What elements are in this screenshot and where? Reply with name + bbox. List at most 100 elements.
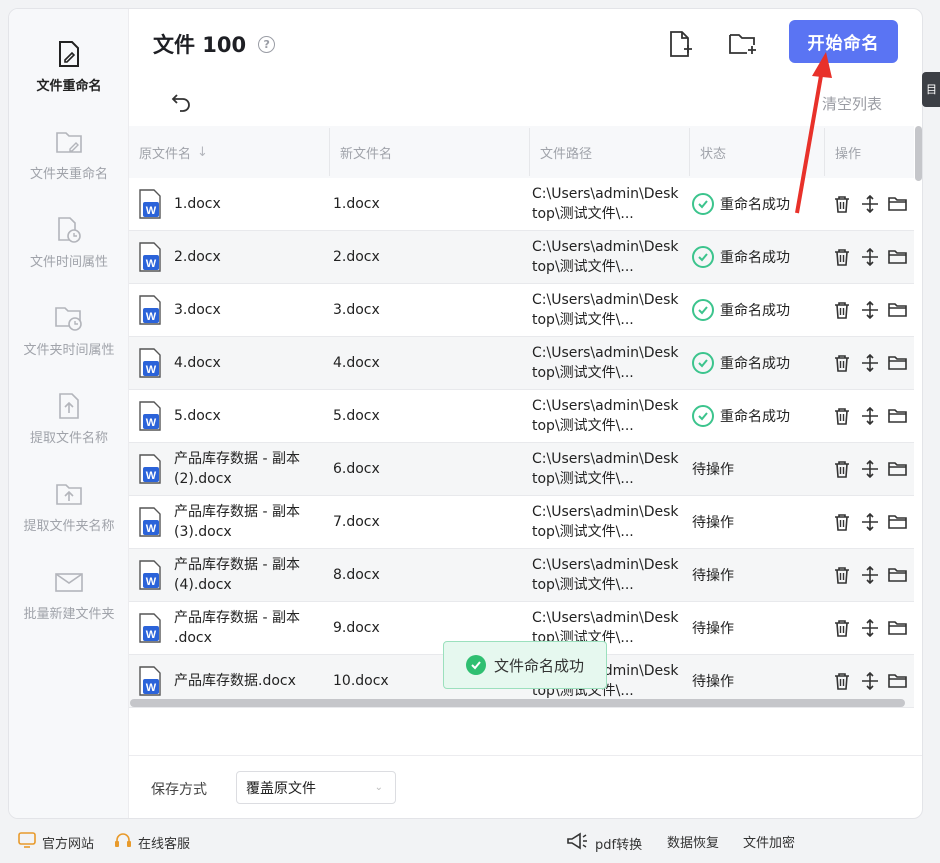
toast-text: 文件命名成功 [493, 656, 584, 675]
move-icon[interactable] [859, 246, 881, 268]
original-name: 产品库存数据 - 副本 (4).docx [174, 557, 300, 593]
svg-text:W: W [146, 205, 157, 217]
sidebar-item-extract-folder-name[interactable]: 提取文件夹名称 [9, 479, 129, 559]
table-row[interactable]: W 2.docx 2.docx C:\Users\admin\Desktop\测… [129, 231, 914, 284]
table-row[interactable]: W 产品库存数据 - 副本 (3).docx 7.docx C:\Users\a… [129, 496, 914, 549]
file-path: C:\Users\admin\Desktop\测试文件\... [532, 186, 679, 222]
new-name-cell: 2.docx [333, 231, 513, 283]
table-row[interactable]: W 4.docx 4.docx C:\Users\admin\Desktop\测… [129, 337, 914, 390]
sidebar-item-extract-file-name[interactable]: 提取文件名称 [9, 391, 129, 471]
svg-text:W: W [146, 258, 157, 270]
batch-new-folder-icon [54, 567, 84, 597]
status-text: 待操作 [692, 568, 734, 584]
actions-cell [831, 549, 913, 601]
pdf-convert-link[interactable]: pdf转换 [565, 832, 642, 854]
open-folder-icon[interactable] [887, 670, 909, 692]
open-folder-icon[interactable] [887, 564, 909, 586]
sidebar-item-label: 提取文件名称 [29, 431, 108, 446]
sidebar-item-folder-rename[interactable]: 文件夹重命名 [9, 127, 129, 207]
table-row[interactable]: W 5.docx 5.docx C:\Users\admin\Desktop\测… [129, 390, 914, 443]
new-name: 1.docx [333, 196, 380, 212]
move-icon[interactable] [859, 670, 881, 692]
delete-icon[interactable] [831, 405, 853, 427]
sidebar-item-batch-new-folder[interactable]: 批量新建文件夹 [9, 567, 129, 647]
delete-icon[interactable] [831, 564, 853, 586]
delete-icon[interactable] [831, 246, 853, 268]
delete-icon[interactable] [831, 511, 853, 533]
original-name-cell: 产品库存数据 - 副本 (2).docx [174, 443, 324, 495]
sidebar-item-file-time[interactable]: 文件时间属性 [9, 215, 129, 295]
move-icon[interactable] [859, 458, 881, 480]
vertical-scrollbar[interactable] [915, 126, 922, 181]
table-row[interactable]: W 产品库存数据 - 副本 (2).docx 6.docx C:\Users\a… [129, 443, 914, 496]
table-row[interactable]: W 1.docx 1.docx C:\Users\admin\Desktop\测… [129, 178, 914, 231]
add-file-icon[interactable] [666, 29, 696, 59]
status-text: 重命名成功 [720, 303, 790, 319]
delete-icon[interactable] [831, 299, 853, 321]
svg-text:W: W [146, 364, 157, 376]
open-folder-icon[interactable] [887, 458, 909, 480]
move-icon[interactable] [859, 511, 881, 533]
svg-text:W: W [146, 576, 157, 588]
save-mode-value: 覆盖原文件 [246, 780, 316, 797]
horizontal-scrollbar[interactable] [130, 699, 905, 707]
sort-arrow-icon[interactable]: ↓ [197, 145, 208, 160]
move-icon[interactable] [859, 405, 881, 427]
delete-icon[interactable] [831, 670, 853, 692]
original-name-cell: 1.docx [174, 178, 324, 230]
actions-cell [831, 337, 913, 389]
original-name-cell: 5.docx [174, 390, 324, 442]
move-icon[interactable] [859, 193, 881, 215]
move-icon[interactable] [859, 617, 881, 639]
open-folder-icon[interactable] [887, 405, 909, 427]
save-mode-select[interactable]: 覆盖原文件 ⌄ [236, 771, 396, 804]
col-path: 文件路径 [529, 128, 689, 176]
open-folder-icon[interactable] [887, 299, 909, 321]
move-icon[interactable] [859, 564, 881, 586]
svg-text:W: W [146, 629, 157, 641]
word-file-icon: W [138, 231, 164, 283]
open-folder-icon[interactable] [887, 511, 909, 533]
delete-icon[interactable] [831, 458, 853, 480]
open-folder-icon[interactable] [887, 246, 909, 268]
side-tab[interactable]: 目 [922, 72, 940, 107]
actions-cell [831, 496, 913, 548]
online-service-link[interactable]: 在线客服 [114, 832, 190, 853]
col-label: 状态 [700, 146, 727, 162]
new-name: 8.docx [333, 567, 380, 583]
sidebar-item-label: 提取文件夹名称 [23, 519, 115, 534]
actions-cell [831, 178, 913, 230]
official-site-link[interactable]: 官方网站 [18, 832, 94, 852]
delete-icon[interactable] [831, 617, 853, 639]
col-original-name[interactable]: 原文件名 ↓ [129, 126, 329, 178]
headset-icon [114, 832, 132, 853]
status-text: 重命名成功 [720, 409, 790, 425]
start-rename-button[interactable]: 开始命名 [789, 20, 898, 63]
chevron-down-icon: ⌄ [374, 782, 383, 793]
undo-icon[interactable] [169, 89, 193, 113]
data-recovery-link[interactable]: 数据恢复 [667, 832, 719, 851]
file-encrypt-link[interactable]: 文件加密 [743, 832, 795, 851]
word-file-icon: W [138, 549, 164, 601]
success-toast: 文件命名成功 [443, 641, 607, 689]
move-icon[interactable] [859, 352, 881, 374]
table-row[interactable]: W 产品库存数据 - 副本 (4).docx 8.docx C:\Users\a… [129, 549, 914, 602]
file-table: 原文件名 ↓ 新文件名 文件路径 状态 操作 W 1.docx 1.docx C… [129, 126, 914, 708]
new-name-cell: 7.docx [333, 496, 513, 548]
help-icon[interactable]: ? [258, 35, 276, 53]
word-file-icon: W [138, 178, 164, 230]
pdf-convert-label: pdf转换 [595, 837, 643, 853]
sidebar-item-folder-time[interactable]: 文件夹时间属性 [9, 303, 129, 383]
delete-icon[interactable] [831, 193, 853, 215]
table-row[interactable]: W 3.docx 3.docx C:\Users\admin\Desktop\测… [129, 284, 914, 337]
clear-list-button[interactable]: 清空列表 [822, 93, 882, 114]
delete-icon[interactable] [831, 352, 853, 374]
add-folder-icon[interactable] [728, 29, 758, 59]
original-name: 产品库存数据 - 副本 (2).docx [174, 451, 300, 487]
move-icon[interactable] [859, 299, 881, 321]
open-folder-icon[interactable] [887, 617, 909, 639]
sidebar-item-file-rename[interactable]: 文件重命名 [9, 39, 129, 119]
new-name: 6.docx [333, 461, 380, 477]
open-folder-icon[interactable] [887, 352, 909, 374]
open-folder-icon[interactable] [887, 193, 909, 215]
